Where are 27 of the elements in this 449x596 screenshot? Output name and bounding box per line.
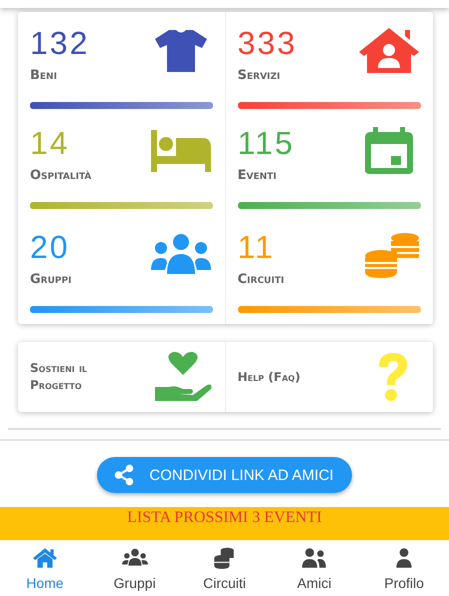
banner-title: LISTA PROSSIMI 3 EVENTI <box>127 508 322 527</box>
stat-value: 11 <box>238 230 276 264</box>
heart-hand-icon <box>152 351 212 403</box>
link-tile[interactable]: Help (Faq) <box>226 342 433 412</box>
nav-tab[interactable]: Profilo <box>364 541 444 596</box>
stat-label: Eventi <box>238 168 278 183</box>
nav-tab[interactable]: Gruppi <box>94 541 175 596</box>
nav-tab[interactable]: Home <box>4 541 85 596</box>
link-label: Help (Faq) <box>238 368 302 386</box>
stat-label: Gruppi <box>30 272 72 287</box>
stat-label: Servizi <box>238 68 282 83</box>
stat-label: Beni <box>30 68 58 83</box>
home-icon <box>32 547 58 569</box>
stat-value: 20 <box>30 230 71 264</box>
people-icon <box>301 547 328 569</box>
stat-value: 333 <box>238 26 297 60</box>
stat-label: Ospitalità <box>30 168 92 183</box>
stat-value: 115 <box>238 126 295 160</box>
share-icon <box>113 464 136 486</box>
nav-tab[interactable]: Amici <box>274 541 354 596</box>
link-tile[interactable]: Sostieni il Progetto <box>18 342 226 412</box>
link-label: Sostieni il Progetto <box>30 360 88 394</box>
stat-label: Circuiti <box>238 272 284 287</box>
house-person-icon <box>357 26 421 74</box>
stat-value: 132 <box>30 26 90 60</box>
nav-tab[interactable]: Circuiti <box>184 541 264 596</box>
stat-value: 14 <box>30 126 71 160</box>
